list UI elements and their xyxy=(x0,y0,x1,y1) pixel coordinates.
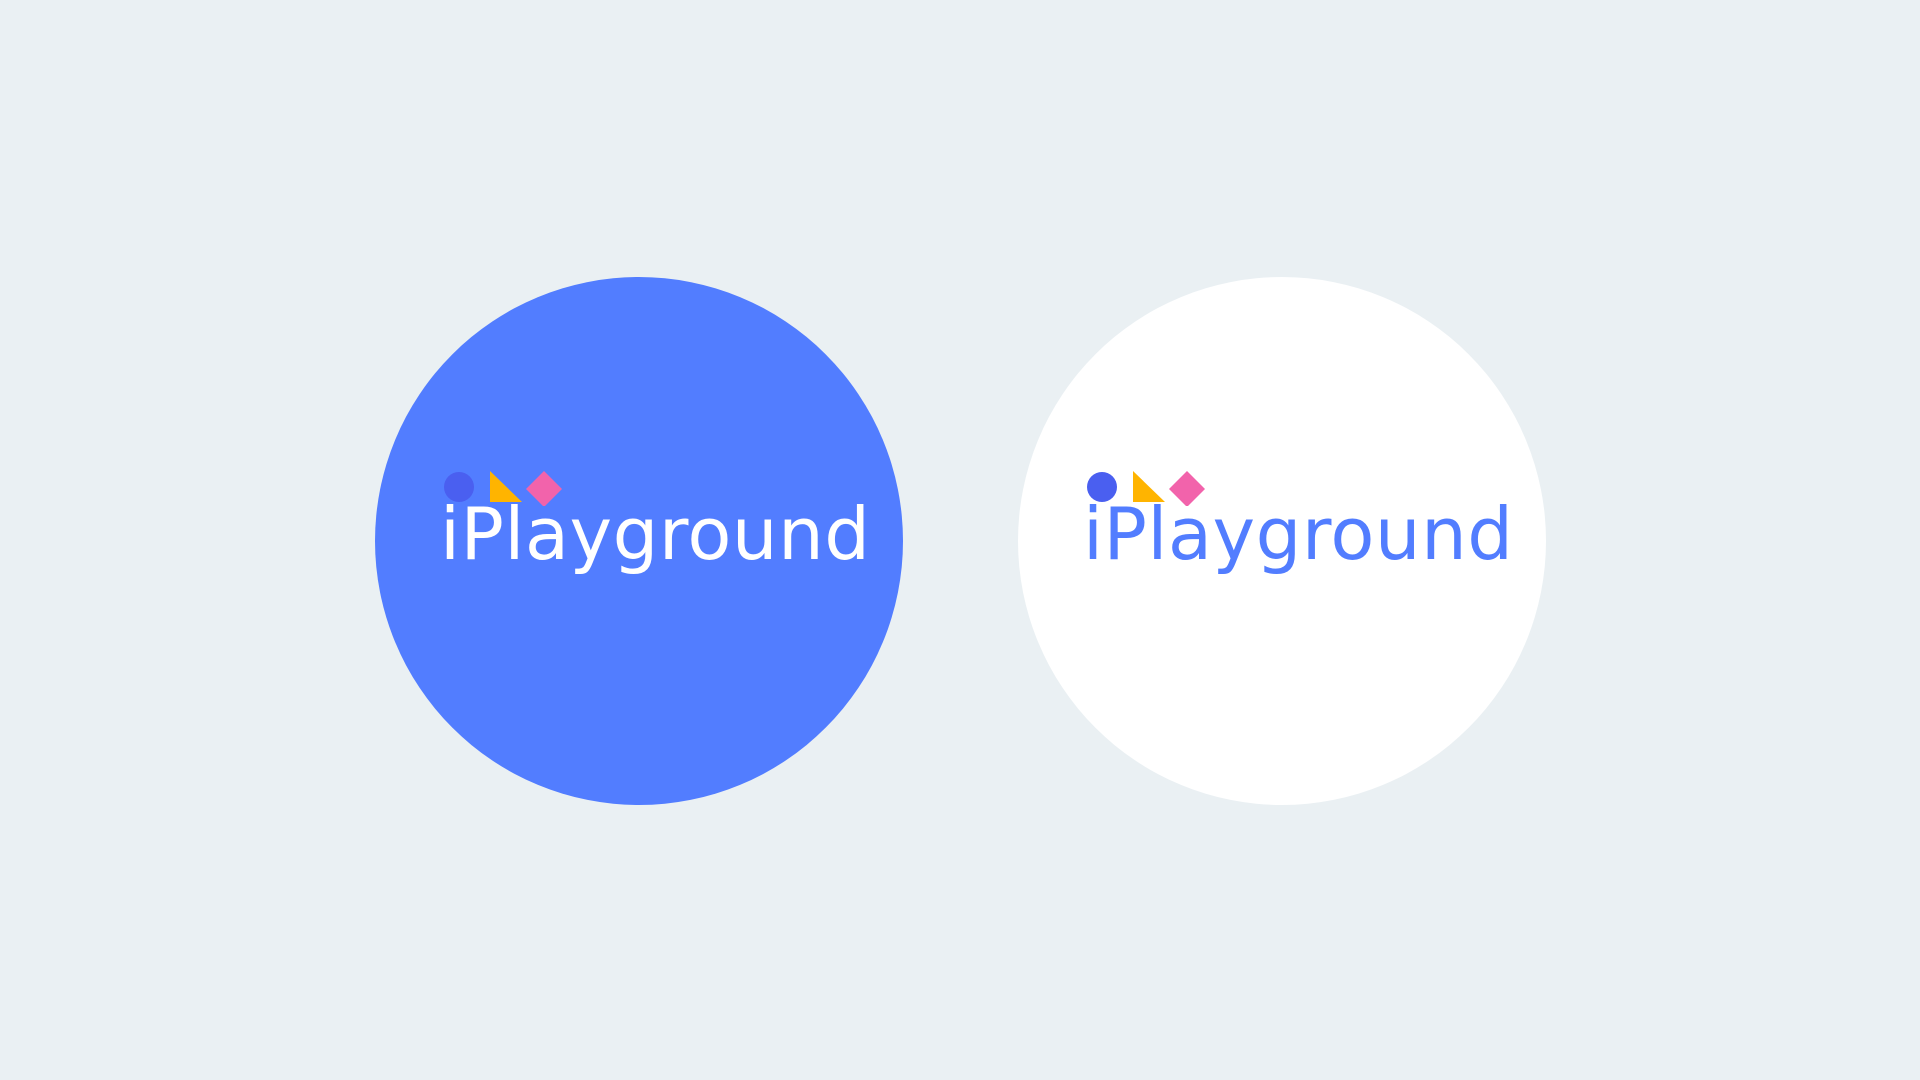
logo-on-blue: iPlayground xyxy=(440,466,870,616)
canvas: iPlayground iPlayground xyxy=(0,0,1920,1080)
wordmark: iPlayground xyxy=(440,492,871,576)
logo-badge-blue: iPlayground xyxy=(375,277,903,805)
logo-badge-white: iPlayground xyxy=(1018,277,1546,805)
wordmark: iPlayground xyxy=(1083,492,1514,576)
logo-on-white: iPlayground xyxy=(1083,466,1513,616)
